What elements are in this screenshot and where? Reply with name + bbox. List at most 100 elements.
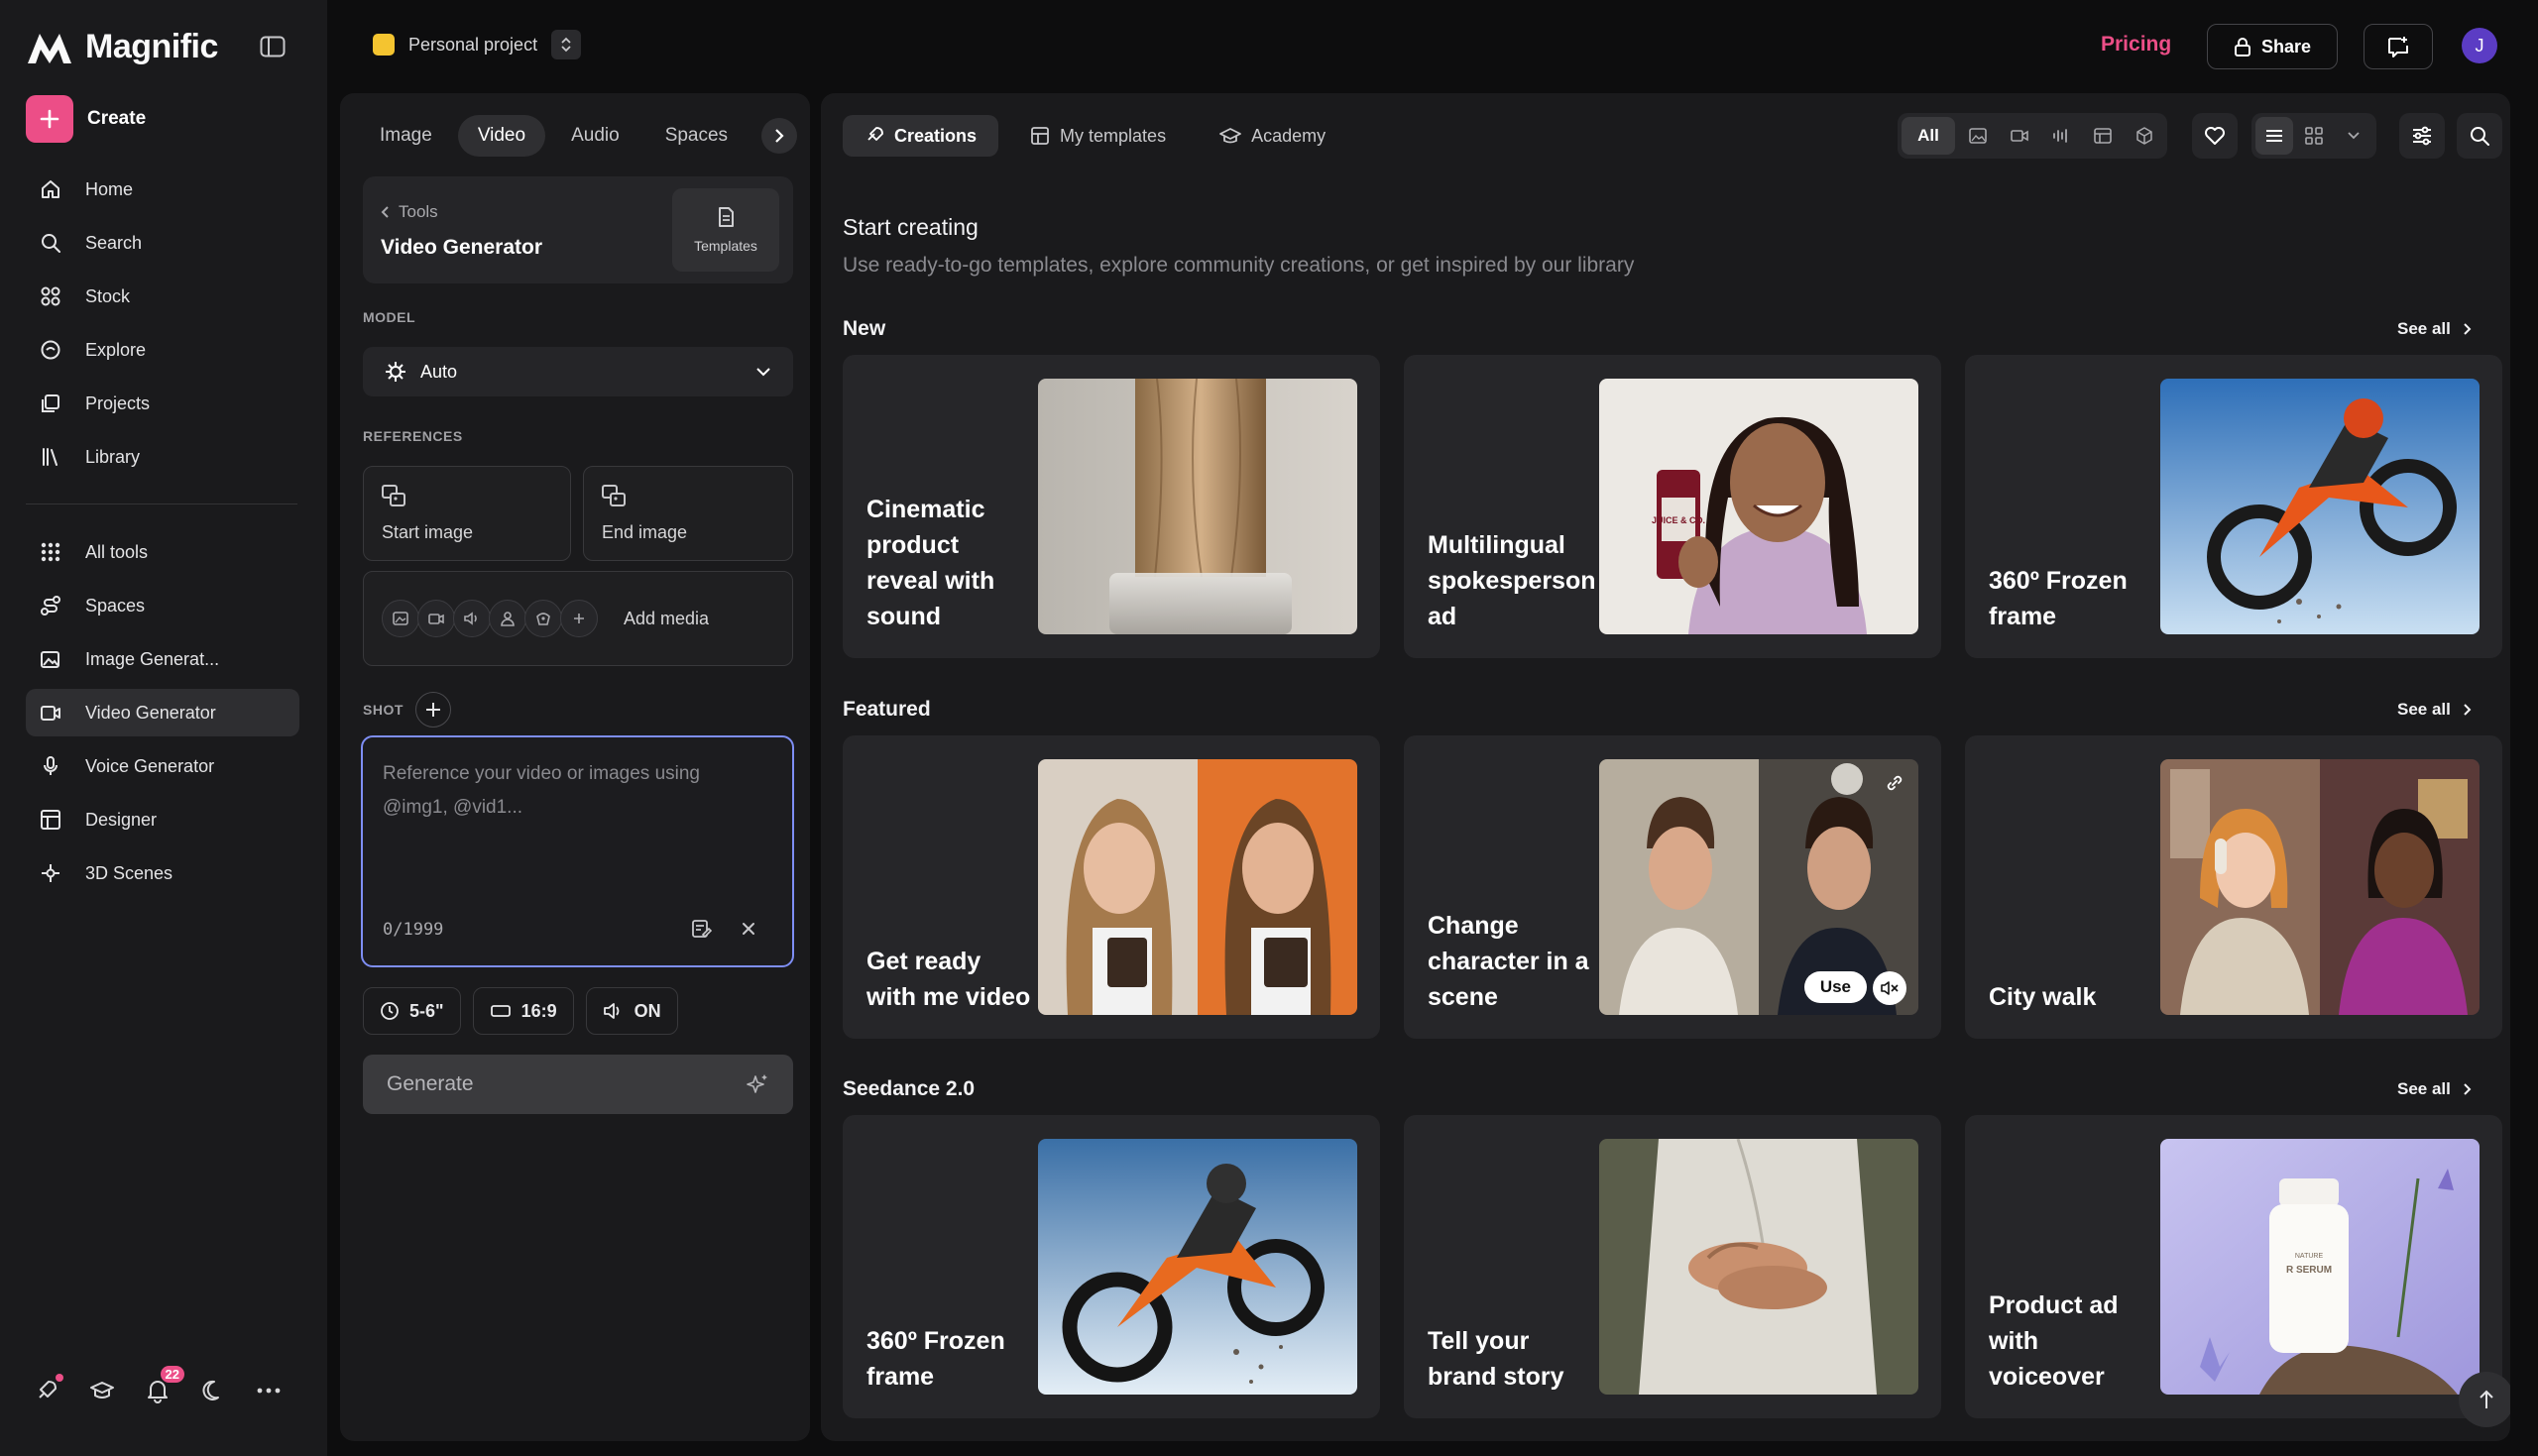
sidebar-item-label: Search	[85, 232, 143, 253]
template-card[interactable]: City walk	[1965, 735, 2502, 1039]
template-card[interactable]: Change character in a scene Use	[1404, 735, 1941, 1039]
sidebar-item-projects[interactable]: Projects	[26, 380, 299, 427]
sound-chip[interactable]: ON	[585, 987, 678, 1035]
sidebar-item-3d-scenes[interactable]: 3D Scenes	[26, 849, 299, 897]
duration-chip[interactable]: 5-6"	[363, 987, 461, 1035]
tab-video[interactable]: Video	[457, 115, 546, 157]
sidebar-item-explore[interactable]: Explore	[26, 326, 299, 374]
grid-view-icon[interactable]	[2295, 117, 2333, 155]
sidebar-item-designer[interactable]: Designer	[26, 796, 299, 843]
card-thumbnail	[2160, 379, 2480, 634]
magnific-logo-icon	[28, 33, 71, 63]
feedback-button[interactable]	[2364, 24, 2433, 69]
tab-image[interactable]: Image	[360, 115, 452, 157]
moon-icon[interactable]	[200, 1378, 226, 1403]
tab-spaces[interactable]: Spaces	[645, 115, 748, 157]
scroll-to-top-button[interactable]	[2459, 1372, 2510, 1427]
sidebar-item-stock[interactable]: Stock	[26, 273, 299, 320]
arrow-up-icon	[2480, 1390, 2493, 1408]
list-view-icon[interactable]	[2255, 117, 2293, 155]
create-button[interactable]: Create	[26, 95, 146, 143]
favorites-button[interactable]	[2192, 113, 2238, 159]
card-thumbnail: Use	[1599, 759, 1918, 1015]
char-counter: 0/1999	[383, 920, 444, 940]
start-image-slot[interactable]: Start image	[363, 466, 571, 561]
view-mode-group	[2251, 113, 2376, 159]
template-card[interactable]: Cinematic product reveal with sound	[843, 355, 1380, 658]
generate-button[interactable]: Generate	[363, 1055, 793, 1114]
template-card[interactable]: Tell your brand story	[1404, 1115, 1941, 1418]
prompt-input[interactable]: Reference your video or images using @im…	[361, 735, 794, 967]
use-template-button[interactable]: Use	[1803, 971, 1867, 1003]
filter-image-icon[interactable]	[1959, 117, 1997, 155]
serum-label: R SERUM	[2286, 1265, 2332, 1276]
tab-audio[interactable]: Audio	[551, 115, 639, 157]
share-button[interactable]: Share	[2207, 24, 2338, 69]
end-image-label: End image	[602, 522, 688, 542]
enhance-prompt-icon[interactable]	[690, 918, 712, 940]
collapse-sidebar-icon[interactable]	[260, 36, 288, 61]
rocket-icon[interactable]	[34, 1374, 63, 1403]
chevron-down-icon[interactable]	[2335, 117, 2372, 155]
see-all-link[interactable]: See all	[2397, 700, 2473, 720]
tab-my-templates[interactable]: My templates	[1008, 115, 1188, 157]
start-image-label: Start image	[382, 522, 474, 542]
link-icon[interactable]	[1885, 773, 1904, 793]
clear-prompt-icon[interactable]	[738, 918, 759, 940]
filter-audio-icon[interactable]	[2042, 117, 2080, 155]
card-title: 360º Frozen frame	[866, 1327, 1005, 1391]
see-all-link[interactable]: See all	[2397, 319, 2473, 339]
add-media-button[interactable]: Add media	[363, 571, 793, 666]
generator-panel: Image Video Audio Spaces Tools Video Gen…	[340, 93, 810, 1441]
tab-academy[interactable]: Academy	[1198, 115, 1347, 157]
model-select[interactable]: Auto	[363, 347, 793, 396]
add-shot-button[interactable]	[414, 692, 451, 728]
back-to-tools-link[interactable]: Tools	[381, 202, 438, 222]
template-card[interactable]: Get ready with me video	[843, 735, 1380, 1039]
filter-3d-icon[interactable]	[2126, 117, 2163, 155]
academy-cap-icon[interactable]	[89, 1378, 115, 1403]
tab-creations[interactable]: Creations	[843, 115, 999, 157]
filter-all-button[interactable]: All	[1902, 117, 1955, 155]
template-card[interactable]: 360º Frozen frame	[843, 1115, 1380, 1418]
avatar[interactable]: J	[2462, 28, 2497, 63]
project-selector[interactable]: Personal project	[373, 30, 582, 59]
search-button[interactable]	[2457, 113, 2502, 159]
sound-value: ON	[634, 1000, 661, 1021]
logo[interactable]: Magnific	[26, 28, 218, 66]
filter-video-icon[interactable]	[2001, 117, 2038, 155]
bell-icon[interactable]: 22	[145, 1366, 184, 1403]
chevron-right-icon[interactable]	[761, 118, 798, 154]
content-tabs: Creations My templates Academy	[843, 115, 1347, 157]
mute-toggle[interactable]	[1873, 971, 1906, 1005]
sidebar-item-voice-generator[interactable]: Voice Generator	[26, 742, 299, 790]
sidebar-item-all-tools[interactable]: All tools	[26, 528, 299, 576]
card-title: Cinematic product reveal with sound	[866, 496, 995, 630]
sidebar-item-home[interactable]: Home	[26, 166, 299, 213]
sidebar-item-label: Projects	[85, 392, 151, 413]
pricing-link[interactable]: Pricing	[2101, 33, 2171, 56]
sidebar-item-search[interactable]: Search	[26, 219, 299, 267]
template-card[interactable]: 360º Frozen frame	[1965, 355, 2502, 658]
sidebar-item-library[interactable]: Library	[26, 433, 299, 481]
templates-button[interactable]: Templates	[672, 188, 779, 272]
plus-icon	[425, 703, 440, 717]
filter-design-icon[interactable]	[2084, 117, 2122, 155]
generation-settings: 5-6" 16:9 ON	[363, 987, 678, 1035]
template-card[interactable]: Multilingual spokesperson ad JUICE & CO.	[1404, 355, 1941, 658]
sidebar-item-image-generator[interactable]: Image Generat...	[26, 635, 299, 683]
aspect-ratio-chip[interactable]: 16:9	[472, 987, 574, 1035]
new-indicator-dot	[56, 1374, 63, 1382]
video-icon	[38, 700, 63, 726]
section-title-new: New	[843, 317, 886, 340]
more-icon[interactable]	[256, 1378, 282, 1403]
sidebar-item-spaces[interactable]: Spaces	[26, 582, 299, 629]
see-all-link[interactable]: See all	[2397, 1079, 2473, 1099]
end-image-slot[interactable]: End image	[583, 466, 793, 561]
sidebar-item-video-generator[interactable]: Video Generator	[26, 689, 299, 736]
chevron-updown-icon[interactable]	[551, 30, 582, 59]
media-filter-group: All	[1898, 113, 2167, 159]
filters-button[interactable]	[2399, 113, 2445, 159]
tools-nav: All tools Spaces Image Generat... Video …	[26, 528, 299, 903]
template-card[interactable]: Product ad with voiceover NATURE R SERUM	[1965, 1115, 2502, 1418]
